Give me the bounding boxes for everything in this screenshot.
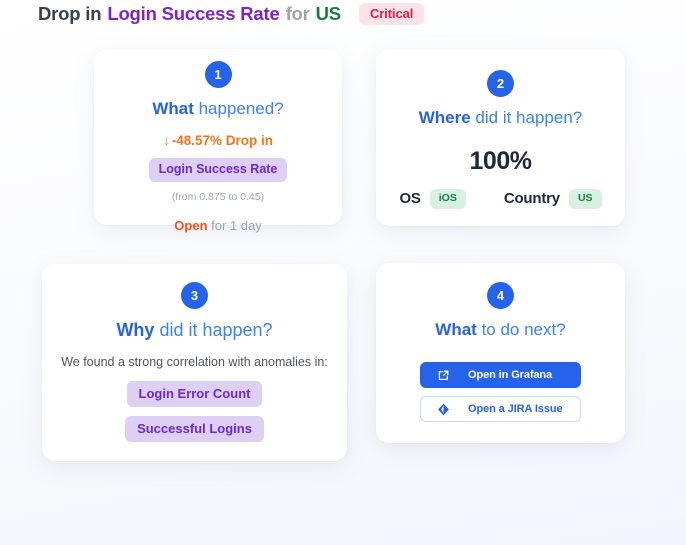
card-heading-keyword: Why bbox=[116, 320, 155, 340]
dimension-row: OS iOS Country US bbox=[376, 189, 625, 209]
correlated-metric-pill[interactable]: Login Error Count bbox=[126, 381, 263, 407]
card-what-next: 4 What to do next? Open in Grafana Open … bbox=[376, 263, 625, 443]
action-button-group: Open in Grafana Open a JIRA Issue bbox=[376, 362, 625, 422]
page-title: Drop in Login Success Rate for US Critic… bbox=[38, 1, 425, 27]
title-connector: for bbox=[285, 3, 310, 24]
metric-change-text: -48.57% Drop in bbox=[171, 133, 274, 148]
correlated-metric-list: Login Error Count Successful Logins bbox=[42, 381, 347, 442]
title-metric: Login Success Rate bbox=[107, 3, 280, 24]
dimension-os: OS iOS bbox=[399, 189, 466, 209]
card-heading: What to do next? bbox=[376, 319, 625, 341]
card-where-happened: 2 Where did it happen? 100% OS iOS Count… bbox=[376, 49, 625, 226]
card-heading: Why did it happen? bbox=[42, 319, 347, 341]
incident-status-line: Open for 1 day bbox=[94, 218, 342, 234]
dimension-label: OS bbox=[399, 190, 421, 208]
title-scope: US bbox=[315, 3, 342, 24]
step-number-badge: 1 bbox=[204, 61, 232, 88]
card-heading-rest: did it happen? bbox=[470, 108, 583, 127]
card-heading: Where did it happen? bbox=[376, 107, 625, 129]
down-arrow-icon: ↓ bbox=[162, 133, 170, 148]
correlated-metric-pill[interactable]: Successful Logins bbox=[125, 416, 264, 442]
dimension-value-badge[interactable]: iOS bbox=[429, 189, 466, 209]
card-heading-keyword: What bbox=[435, 320, 477, 339]
step-number-badge: 3 bbox=[181, 282, 208, 309]
dimension-value-badge[interactable]: US bbox=[568, 189, 602, 209]
metric-change-line: ↓ -48.57% Drop in bbox=[94, 133, 342, 149]
step-number-badge: 2 bbox=[487, 70, 514, 97]
dimension-label: Country bbox=[503, 190, 560, 208]
correlation-description: We found a strong correlation with anoma… bbox=[61, 355, 328, 369]
button-label: Open in Grafana bbox=[468, 369, 553, 381]
external-link-icon bbox=[437, 369, 450, 382]
card-heading-keyword: What bbox=[152, 99, 194, 118]
card-heading: What happened? bbox=[94, 98, 342, 120]
button-label: Open a JIRA Issue bbox=[468, 403, 563, 415]
metric-range-text: (from 0.875 to 0.45) bbox=[171, 190, 265, 203]
card-heading-keyword: Where bbox=[418, 108, 471, 127]
step-number-badge: 4 bbox=[487, 282, 514, 309]
jira-diamond-icon bbox=[437, 403, 450, 416]
dimension-country: Country US bbox=[504, 189, 602, 209]
card-heading-rest: did it happen? bbox=[154, 320, 273, 340]
card-what-happened: 1 What happened? ↓ -48.57% Drop in Login … bbox=[94, 49, 342, 233]
metric-name-pill[interactable]: Login Success Rate bbox=[148, 158, 288, 182]
status-state: Open bbox=[174, 217, 208, 233]
title-prefix: Drop in bbox=[38, 3, 102, 24]
open-jira-issue-button[interactable]: Open a JIRA Issue bbox=[420, 396, 581, 422]
card-heading-rest: to do next? bbox=[476, 320, 566, 339]
card-heading-rest: happened? bbox=[193, 99, 284, 118]
open-in-grafana-button[interactable]: Open in Grafana bbox=[420, 362, 581, 388]
status-duration: for 1 day bbox=[207, 217, 262, 233]
impact-percentage: 100% bbox=[469, 147, 532, 175]
card-why-happened: 3 Why did it happen? We found a strong c… bbox=[42, 264, 347, 461]
severity-badge: Critical bbox=[358, 3, 425, 25]
